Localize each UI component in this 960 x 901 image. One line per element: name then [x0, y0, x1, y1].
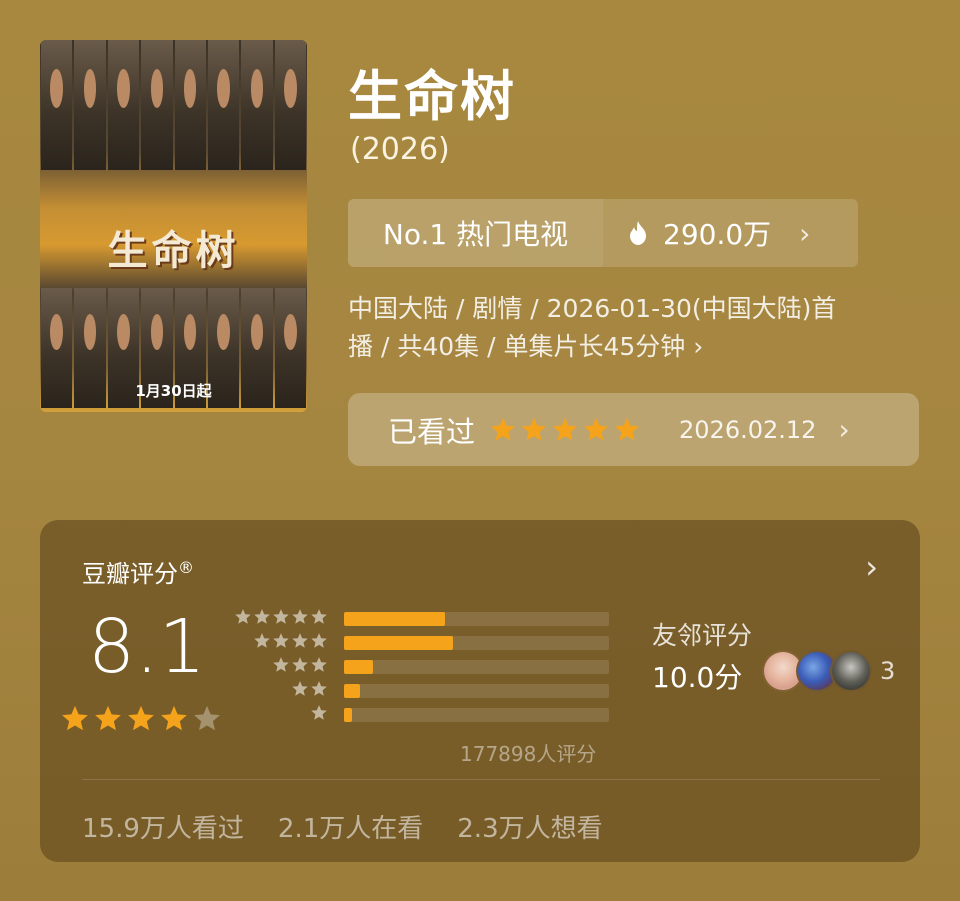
- douban-score: 8.1: [88, 604, 206, 690]
- star-icon: [292, 609, 308, 624]
- audience-counts: 15.9万人看过 2.1万人在看 2.3万人想看: [82, 808, 603, 845]
- star-filled-icon: [62, 705, 88, 731]
- friends-rating-label: 友邻评分: [652, 621, 753, 650]
- distribution-bar-track: [344, 660, 609, 674]
- distribution-row-3-star: [236, 656, 616, 680]
- watched-count[interactable]: 15.9万人看过: [82, 808, 244, 845]
- star-filled-icon: [161, 705, 187, 731]
- chevron-right-icon: ›: [838, 413, 850, 446]
- show-info[interactable]: 中国大陆 / 剧情 / 2026-01-30(中国大陆)首 播 / 共40集 /…: [348, 290, 918, 366]
- watched-date: 2026.02.12: [679, 415, 817, 444]
- distribution-bar-fill: [344, 612, 445, 626]
- distribution-bar-fill: [344, 684, 360, 698]
- rank-label: No.1 热门电视: [348, 199, 603, 267]
- star-icon: [521, 417, 547, 440]
- star-icon: [311, 705, 327, 720]
- poster-cast-row-top: [40, 40, 307, 170]
- distribution-bar-fill: [344, 660, 374, 674]
- distribution-bar-track: [344, 612, 609, 626]
- star-icon: [583, 417, 609, 440]
- star-icon: [292, 633, 308, 648]
- want-count[interactable]: 2.3万人想看: [457, 808, 602, 845]
- star-icon: [254, 633, 270, 648]
- divider: [82, 779, 880, 780]
- star-empty-icon: [194, 705, 220, 731]
- distribution-bar-fill: [344, 636, 453, 650]
- distribution-stars: [272, 656, 328, 674]
- avatar: [830, 650, 872, 692]
- watched-label: 已看过: [388, 414, 476, 449]
- star-icon: [311, 681, 327, 696]
- star-icon: [490, 417, 516, 440]
- douban-score-stars: [60, 704, 222, 734]
- friends-count: 3: [880, 657, 896, 685]
- douban-rating-title: 豆瓣评分®: [82, 558, 194, 588]
- distribution-stars: [253, 632, 328, 650]
- poster-title-art: 生命树: [107, 227, 240, 274]
- show-info-line-1: 中国大陆 / 剧情 / 2026-01-30(中国大陆)首: [348, 294, 837, 323]
- poster-image[interactable]: 生命树 1月30日起: [40, 40, 307, 412]
- my-rating-stars: [489, 416, 641, 444]
- star-icon: [273, 633, 289, 648]
- friends-rating-score: 10.0分: [652, 661, 743, 694]
- distribution-row-4-star: [236, 632, 616, 656]
- distribution-row-1-star: [236, 704, 616, 728]
- heat-section[interactable]: 290.0万 ›: [603, 199, 858, 267]
- distribution-bar-track: [344, 708, 609, 722]
- star-icon: [614, 417, 640, 440]
- distribution-stars: [291, 680, 328, 698]
- star-icon: [273, 609, 289, 624]
- star-filled-icon: [128, 705, 154, 731]
- chevron-right-icon: ›: [799, 216, 811, 250]
- distribution-bar-fill: [344, 708, 352, 722]
- star-icon: [311, 609, 327, 624]
- flame-icon: [630, 221, 646, 245]
- star-icon: [292, 657, 308, 672]
- watching-count[interactable]: 2.1万人在看: [278, 808, 423, 845]
- distribution-row-2-star: [236, 680, 616, 704]
- star-icon: [552, 417, 578, 440]
- distribution-bar-track: [344, 684, 609, 698]
- star-icon: [311, 657, 327, 672]
- douban-rating-card[interactable]: 豆瓣评分® › 8.1 177898人评分 友邻评分 10.0分 3 15.9万…: [40, 520, 920, 862]
- distribution-stars: [234, 608, 328, 626]
- star-icon: [273, 657, 289, 672]
- distribution-stars: [310, 704, 328, 722]
- vote-count: 177898人评分: [460, 742, 597, 766]
- page-title: 生命树: [348, 65, 516, 128]
- star-icon: [311, 633, 327, 648]
- heat-value: 290.0万: [663, 218, 772, 251]
- poster-date: 1月30日起: [135, 382, 212, 400]
- show-info-line-2: 播 / 共40集 / 单集片长45分钟 ›: [348, 332, 704, 361]
- ranking-pill[interactable]: No.1 热门电视 290.0万 ›: [348, 199, 858, 267]
- distribution-bar-track: [344, 636, 609, 650]
- chevron-right-icon[interactable]: ›: [865, 548, 878, 586]
- star-filled-icon: [95, 705, 121, 731]
- watched-status-button[interactable]: 已看过 2026.02.12 ›: [348, 393, 919, 466]
- star-icon: [292, 681, 308, 696]
- star-icon: [254, 609, 270, 624]
- distribution-row-5-star: [234, 608, 616, 632]
- friends-avatars[interactable]: 3: [762, 650, 895, 692]
- star-icon: [235, 609, 251, 624]
- release-year: (2026): [350, 132, 450, 167]
